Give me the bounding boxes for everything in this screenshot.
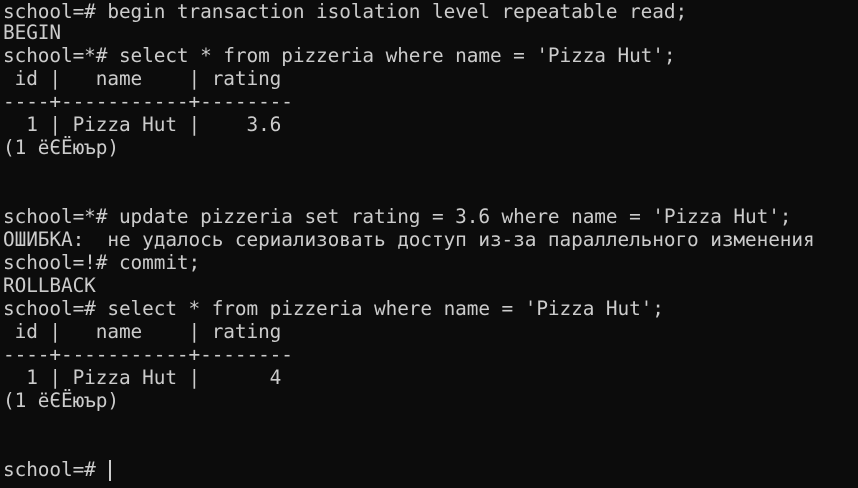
- terminal-line: (1 ёЄЁюър): [3, 136, 119, 159]
- text-cursor: [109, 460, 112, 481]
- prompt-text: school=#: [3, 458, 108, 481]
- terminal-line: id | name | rating: [3, 67, 282, 90]
- terminal-line: school=!# commit;: [3, 251, 201, 274]
- terminal-line: BEGIN: [3, 21, 61, 44]
- terminal-line: 1 | Pizza Hut | 4: [3, 366, 282, 389]
- terminal-line: school=*# update pizzeria set rating = 3…: [3, 205, 792, 228]
- terminal-window[interactable]: school=# begin transaction isolation lev…: [0, 0, 858, 488]
- terminal-line: 1 | Pizza Hut | 3.6: [3, 113, 282, 136]
- terminal-line: id | name | rating: [3, 320, 282, 343]
- terminal-line: school=# begin transaction isolation lev…: [3, 0, 688, 23]
- terminal-line: ----+-----------+--------: [3, 90, 293, 113]
- terminal-line: ----+-----------+--------: [3, 343, 293, 366]
- terminal-line: school=*# select * from pizzeria where n…: [3, 44, 676, 67]
- terminal-line: (1 ёЄЁюър): [3, 389, 119, 412]
- terminal-line: ROLLBACK: [3, 274, 96, 297]
- terminal-line: school=# select * from pizzeria where na…: [3, 297, 664, 320]
- terminal-line: ОШИБКА: не удалось сериализовать доступ …: [3, 228, 815, 251]
- prompt-line[interactable]: school=#: [3, 458, 112, 481]
